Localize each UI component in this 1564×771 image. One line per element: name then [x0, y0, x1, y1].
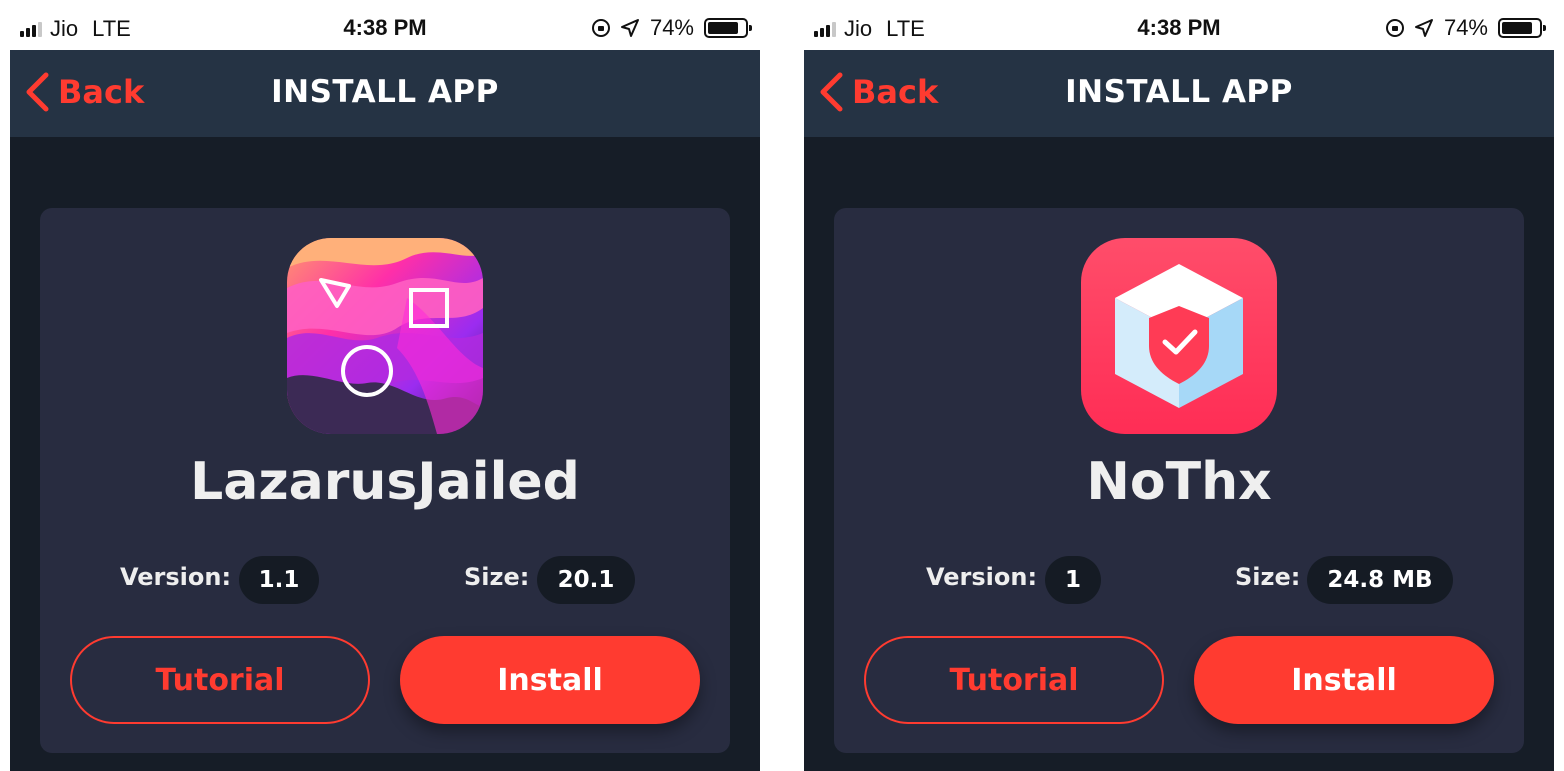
app-card: NoThx Version: 1 Size: 24.8 MB Tutorial … [834, 208, 1524, 753]
version-value: 1 [1045, 556, 1101, 604]
battery-icon [1498, 18, 1546, 38]
status-right: 74% [1385, 15, 1546, 41]
nav-bar: Back INSTALL APP [804, 50, 1554, 137]
size-label: Size: [1235, 563, 1301, 591]
tutorial-button[interactable]: Tutorial [70, 636, 370, 724]
content-area: LazarusJailed Version: 1.1 Size: 20.1 Tu… [10, 137, 760, 771]
app-name: NoThx [1086, 452, 1272, 512]
content-area: NoThx Version: 1 Size: 24.8 MB Tutorial … [804, 137, 1554, 771]
shield-cube-icon [1081, 238, 1277, 434]
version-label: Version: [926, 563, 1038, 591]
app-name: LazarusJailed [190, 452, 580, 512]
version-label: Version: [120, 563, 232, 591]
page-title: INSTALL APP [271, 74, 499, 110]
screenshot-pair: Jio LTE 4:38 PM 74% Back INSTALL APP Laz… [0, 0, 1564, 771]
lazarus-wave-shapes-icon [287, 238, 483, 434]
install-button[interactable]: Install [1194, 636, 1494, 724]
version-value: 1.1 [239, 556, 319, 604]
status-bar: Jio LTE 4:38 PM 74% [804, 0, 1554, 50]
nav-bar: Back INSTALL APP [10, 50, 760, 137]
orientation-lock-icon [591, 19, 610, 37]
battery-percent: 74% [1443, 15, 1488, 40]
tutorial-button[interactable]: Tutorial [864, 636, 1164, 724]
orientation-lock-icon [1385, 19, 1404, 37]
install-button[interactable]: Install [400, 636, 700, 724]
app-card: LazarusJailed Version: 1.1 Size: 20.1 Tu… [40, 208, 730, 753]
page-title: INSTALL APP [1065, 74, 1293, 110]
status-bar: Jio LTE 4:38 PM 74% [10, 0, 760, 50]
status-right: 74% [591, 15, 752, 41]
size-label: Size: [464, 563, 530, 591]
battery-icon [704, 18, 752, 38]
location-arrow-icon [620, 19, 639, 37]
battery-percent: 74% [649, 15, 694, 40]
phone-screen-nothx: Jio LTE 4:38 PM 74% Back INSTALL APP NoT… [804, 0, 1554, 771]
size-value: 20.1 [537, 556, 635, 604]
size-value: 24.8 MB [1307, 556, 1453, 604]
location-arrow-icon [1414, 19, 1433, 37]
phone-screen-lazarusjailed: Jio LTE 4:38 PM 74% Back INSTALL APP Laz… [10, 0, 760, 771]
